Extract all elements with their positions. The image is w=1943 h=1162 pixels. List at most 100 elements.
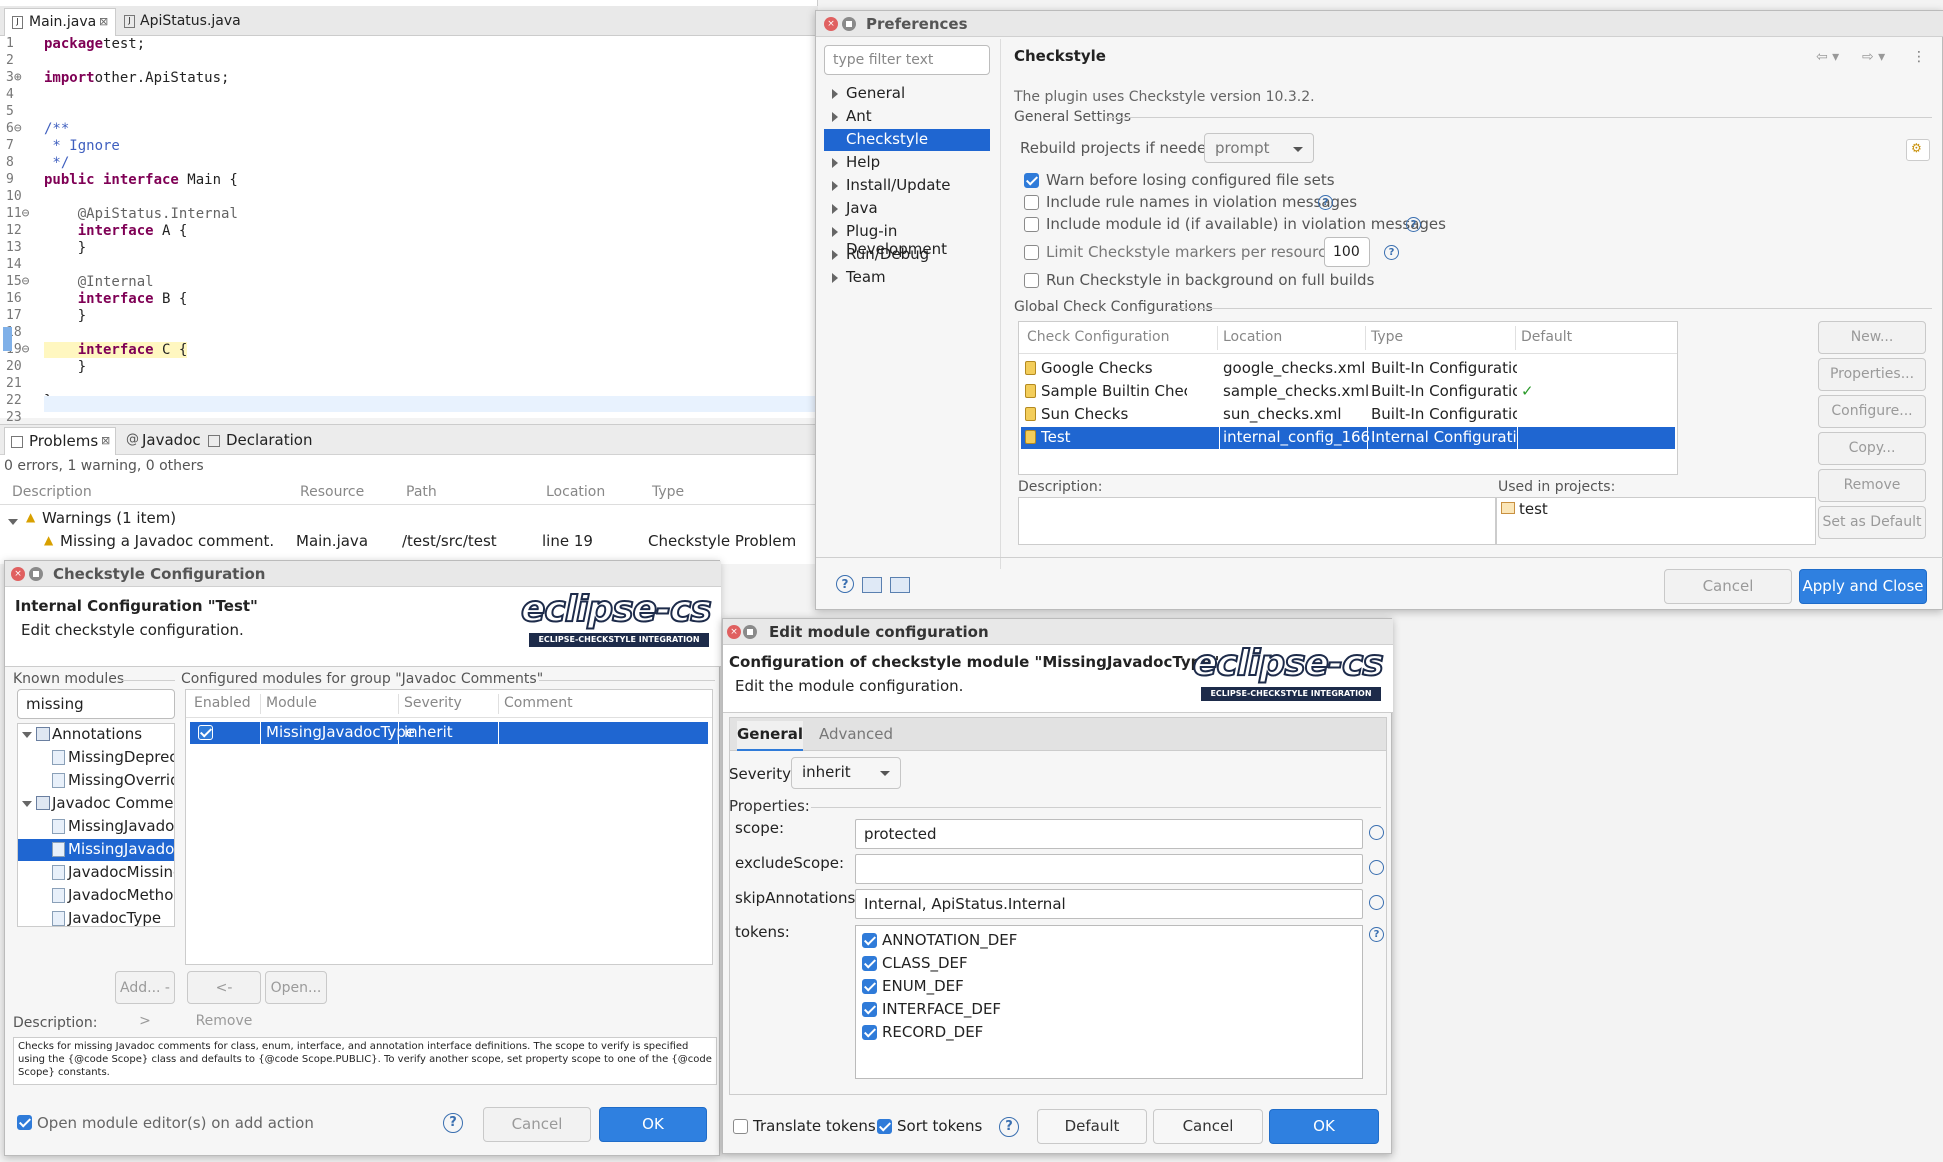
apply-close-button[interactable]: Apply and Close: [1799, 569, 1927, 604]
maximize-icon[interactable]: [743, 625, 757, 639]
col-severity[interactable]: Severity: [404, 695, 462, 711]
limit-checkbox[interactable]: [1024, 245, 1039, 260]
tree-item[interactable]: MissingOverride: [18, 770, 174, 792]
problem-row[interactable]: ▲ Missing a Javadoc comment. Main.java /…: [0, 531, 818, 553]
expand-icon[interactable]: [832, 112, 838, 122]
table-row[interactable]: Google Checks google_checks.xml Built-In C…: [1021, 358, 1675, 380]
collapse-icon[interactable]: [22, 732, 32, 738]
ok-button[interactable]: OK: [1269, 1109, 1379, 1144]
tree-group[interactable]: Javadoc Comments: [18, 793, 174, 815]
config-icon-button[interactable]: ⚙: [1906, 139, 1930, 161]
close-icon[interactable]: ⊠: [101, 428, 110, 454]
col-location[interactable]: Location: [1223, 329, 1282, 345]
cancel-button[interactable]: Cancel: [1153, 1109, 1263, 1144]
help-icon[interactable]: ?: [1369, 927, 1384, 942]
copy-button[interactable]: Copy...: [1818, 432, 1926, 465]
tree-item[interactable]: MissingDeprecated: [18, 747, 174, 769]
prefs-tree-item[interactable]: General: [824, 83, 990, 105]
token-checkbox[interactable]: [862, 1025, 877, 1040]
help-icon[interactable]: [1369, 860, 1384, 875]
expand-icon[interactable]: [832, 158, 838, 168]
tree-item[interactable]: JavadocMissingWhit: [18, 862, 174, 884]
rules-checkbox[interactable]: [1024, 195, 1039, 210]
tab-main-java[interactable]: J Main.java ⊠: [4, 8, 116, 36]
expand-icon[interactable]: [832, 273, 838, 283]
tree-group[interactable]: Annotations: [18, 724, 174, 746]
new-button[interactable]: New...: [1818, 321, 1926, 354]
cancel-button[interactable]: Cancel: [483, 1107, 591, 1142]
close-icon[interactable]: ⊠: [99, 9, 108, 35]
cancel-button[interactable]: Cancel: [1664, 569, 1792, 604]
background-checkbox[interactable]: [1024, 273, 1039, 288]
table-row[interactable]: Sample Builtin Checks sample_checks.xmlBu…: [1021, 381, 1675, 403]
open-button[interactable]: Open...: [265, 971, 327, 1004]
remove-button[interactable]: Remove: [1818, 469, 1926, 502]
collapse-icon[interactable]: [22, 801, 32, 807]
token-checkbox[interactable]: [862, 979, 877, 994]
col-comment[interactable]: Comment: [504, 695, 573, 711]
expand-icon[interactable]: [832, 250, 838, 260]
tree-item[interactable]: JavadocType: [18, 908, 174, 926]
rebuild-select[interactable]: prompt: [1204, 133, 1314, 163]
warn-checkbox[interactable]: [1024, 173, 1039, 188]
help-icon[interactable]: ?: [836, 575, 854, 593]
token-checkbox[interactable]: [862, 933, 877, 948]
tab-declaration[interactable]: Declaration: [204, 427, 314, 455]
sort-tokens-checkbox[interactable]: [877, 1119, 892, 1134]
menu-icon[interactable]: ⋮: [1912, 49, 1926, 65]
prefs-tree-item[interactable]: Run/Debug: [824, 244, 990, 266]
code-area[interactable]: 1 packagetest; 2 3⊕ importother.ApiStatus; 4 5…: [0, 36, 818, 425]
maximize-icon[interactable]: [29, 567, 43, 581]
back-icon[interactable]: ⇦ ▾: [1816, 49, 1839, 65]
token-item[interactable]: RECORD_DEF: [860, 1022, 1340, 1044]
prefs-tree-item[interactable]: Plug-in Development: [824, 221, 990, 258]
col-module[interactable]: Module: [266, 695, 317, 711]
close-icon[interactable]: ×: [727, 625, 741, 639]
tab-apistatus-java[interactable]: J ApiStatus.java: [120, 8, 250, 36]
help-icon[interactable]: ?: [1318, 195, 1333, 210]
prefs-tree-item[interactable]: Install/Update: [824, 175, 990, 197]
default-button[interactable]: Default: [1037, 1109, 1147, 1144]
enabled-checkbox[interactable]: [198, 725, 213, 740]
open-editor-checkbox[interactable]: [17, 1115, 32, 1130]
severity-select[interactable]: inherit: [791, 757, 901, 789]
module-id-checkbox[interactable]: [1024, 217, 1039, 232]
forward-icon[interactable]: ⇨ ▾: [1862, 49, 1885, 65]
col-type[interactable]: Type: [1371, 329, 1403, 345]
token-checkbox[interactable]: [862, 1002, 877, 1017]
tab-advanced[interactable]: Advanced: [811, 721, 901, 751]
ok-button[interactable]: OK: [599, 1107, 707, 1142]
prefs-tree-item[interactable]: Team: [824, 267, 990, 289]
tab-general[interactable]: General: [737, 721, 803, 751]
close-icon[interactable]: ×: [11, 567, 25, 581]
expand-icon[interactable]: [832, 227, 838, 237]
configure-button[interactable]: Configure...: [1818, 395, 1926, 428]
expand-icon[interactable]: [832, 89, 838, 99]
table-row[interactable]: Sun Checks sun_checks.xml Built-In Configu…: [1021, 404, 1675, 426]
token-checkbox[interactable]: [862, 956, 877, 971]
col-enabled[interactable]: Enabled: [194, 695, 251, 711]
prefs-tree-item[interactable]: Java: [824, 198, 990, 220]
token-item[interactable]: INTERFACE_DEF: [860, 999, 1340, 1021]
help-icon[interactable]: ?: [1384, 245, 1399, 260]
expand-icon[interactable]: [832, 181, 838, 191]
col-location[interactable]: Location: [546, 484, 605, 500]
properties-button[interactable]: Properties...: [1818, 358, 1926, 391]
help-icon[interactable]: ?: [999, 1117, 1019, 1137]
limit-input[interactable]: 100: [1324, 237, 1370, 267]
col-check-config[interactable]: Check Configuration: [1027, 329, 1169, 345]
used-box[interactable]: test: [1496, 497, 1816, 545]
translate-tokens-checkbox[interactable]: [733, 1119, 748, 1134]
description-box[interactable]: [1018, 497, 1496, 545]
property-input[interactable]: Internal, ApiStatus.Internal: [855, 889, 1363, 919]
tab-javadoc[interactable]: @ Javadoc: [124, 427, 204, 455]
help-icon[interactable]: ?: [443, 1113, 463, 1133]
table-row[interactable]: MissingJavadocType inherit: [190, 722, 708, 744]
export-icon[interactable]: [890, 577, 910, 593]
warnings-group[interactable]: Warnings (1 item): [42, 509, 176, 527]
filter-input[interactable]: type filter text: [824, 45, 990, 75]
tree-item[interactable]: MissingJavadocType: [18, 839, 174, 861]
prefs-tree-item[interactable]: Checkstyle: [824, 129, 990, 151]
col-default[interactable]: Default: [1521, 329, 1572, 345]
col-resource[interactable]: Resource: [300, 484, 364, 500]
